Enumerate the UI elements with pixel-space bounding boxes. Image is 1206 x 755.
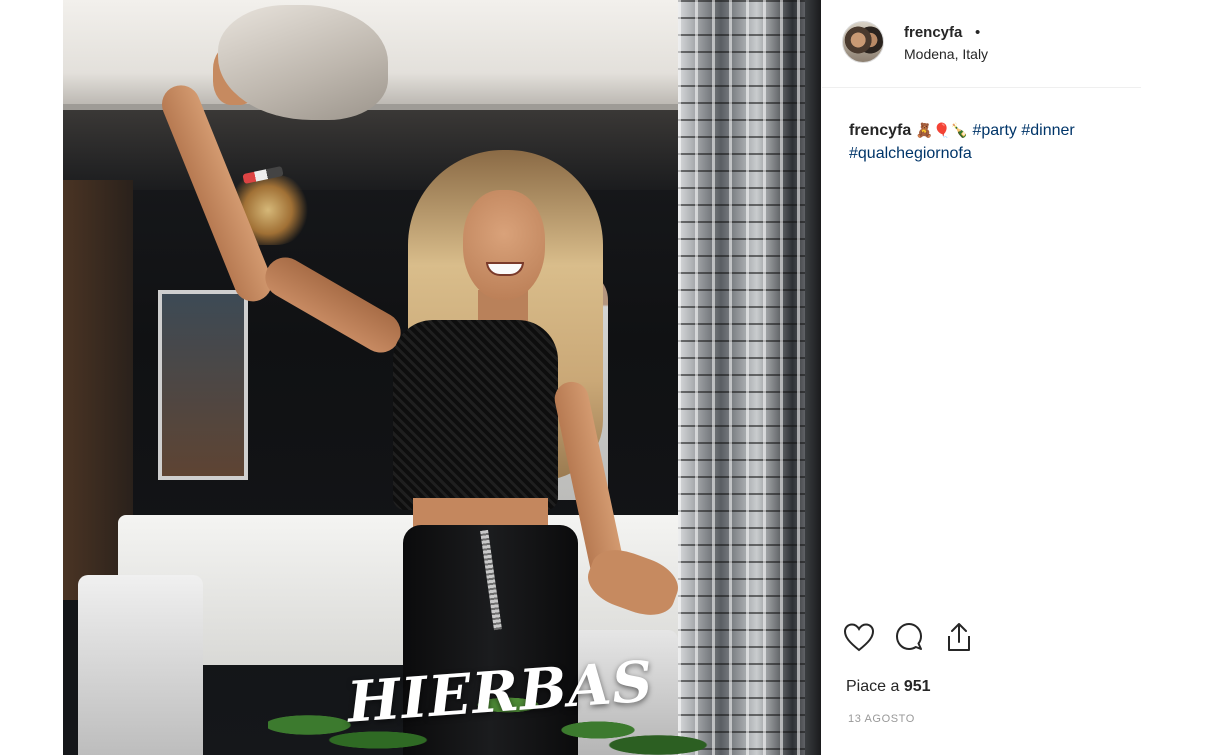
avatar[interactable] [842, 21, 884, 63]
post-header: frencyfa • Modena, Italy [822, 0, 1141, 88]
hashtag-party[interactable]: #party [972, 122, 1016, 139]
share-icon [948, 623, 970, 651]
like-button[interactable] [842, 620, 876, 654]
photo-logo-text: HIERBAS [345, 648, 656, 736]
photo-mirror-column [678, 0, 821, 755]
hashtag-qualchegiornofa[interactable]: #qualchegiornofa [849, 145, 972, 162]
photo-face [463, 190, 545, 300]
caption-username[interactable]: frencyfa [849, 122, 911, 139]
post-date: 13 AGOSTO [848, 713, 915, 725]
share-button[interactable] [942, 620, 976, 654]
photo-mirror-edge [805, 0, 821, 755]
comment-icon [896, 623, 922, 650]
post-sidebar: frencyfa • Modena, Italy frencyfa 🧸🎈🍾 #p… [822, 0, 1141, 755]
comment-button[interactable] [892, 620, 926, 654]
post-photo[interactable]: HIERBAS [63, 0, 821, 755]
post-caption: frencyfa 🧸🎈🍾 #party #dinner #qualchegior… [849, 119, 1129, 165]
photo-window [158, 290, 248, 480]
heart-icon [843, 623, 875, 652]
caption-emoji: 🧸🎈🍾 [915, 122, 968, 138]
photo-chair [78, 575, 203, 755]
post-actions [842, 620, 1042, 656]
likes-label: Piace a [846, 678, 900, 695]
instagram-post-viewer: HIERBAS frencyfa • Modena, Italy frencyf… [0, 0, 1206, 755]
hashtag-dinner[interactable]: #dinner [1021, 122, 1074, 139]
likes-number: 951 [903, 678, 931, 695]
username-separator: • [975, 24, 981, 41]
photo-lace-top [393, 320, 558, 510]
likes-count[interactable]: Piace a 951 [846, 678, 931, 696]
photo-ceiling-shadow [63, 110, 678, 190]
post-location[interactable]: Modena, Italy [904, 46, 988, 62]
photo-shoulder [258, 250, 408, 360]
post-username[interactable]: frencyfa [904, 24, 962, 41]
